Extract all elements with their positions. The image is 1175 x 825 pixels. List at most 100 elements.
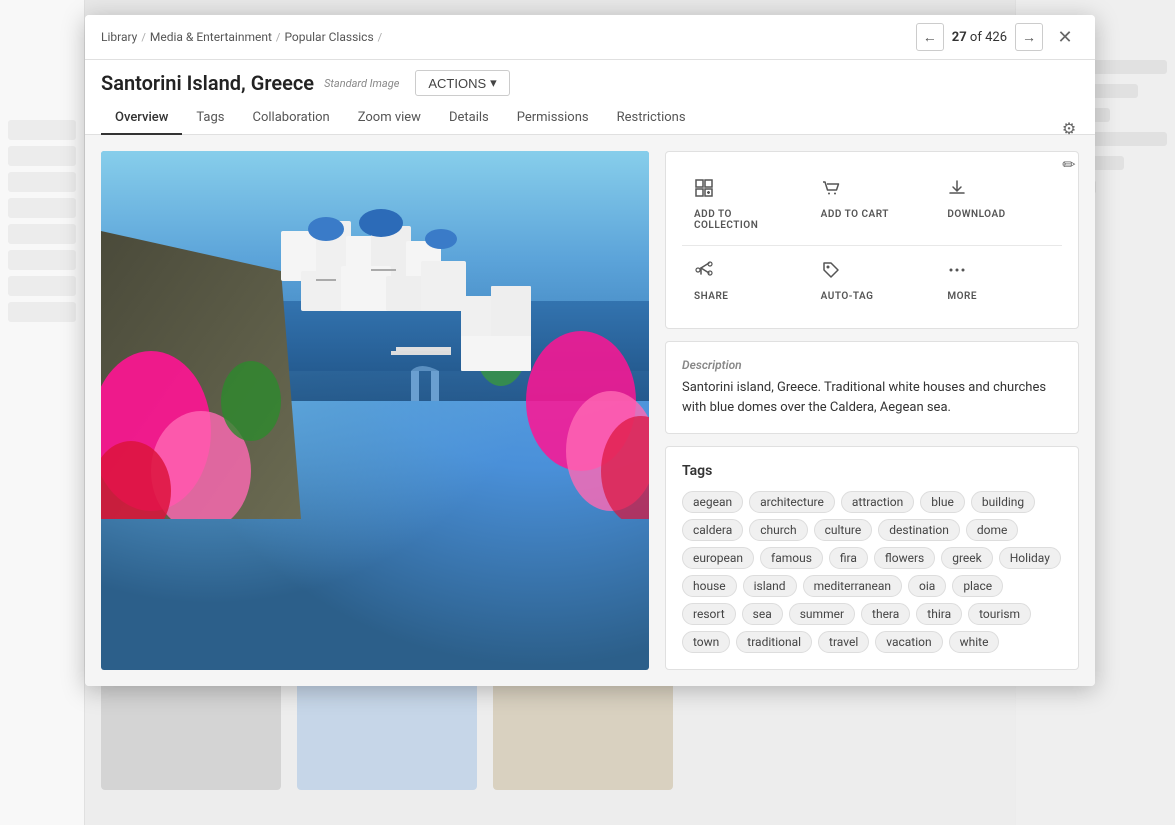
tab-permissions[interactable]: Permissions (503, 102, 603, 135)
chevron-down-icon: ▾ (490, 75, 497, 91)
more-label: MORE (947, 291, 977, 302)
bg-sidebar-item (8, 120, 76, 140)
bg-sidebar-item (8, 172, 76, 192)
tag-chip[interactable]: mediterranean (803, 575, 902, 597)
actions-divider (682, 245, 1062, 246)
tag-chip[interactable]: sea (742, 603, 783, 625)
modal-header: Library / Media & Entertainment / Popula… (85, 15, 1095, 60)
tag-chip[interactable]: culture (814, 519, 873, 541)
tabs-row: Overview Tags Collaboration Zoom view De… (85, 102, 1095, 135)
tag-chip[interactable]: summer (789, 603, 855, 625)
asset-modal: Library / Media & Entertainment / Popula… (85, 15, 1095, 686)
modal-tools: ⚙ ✏ (1055, 115, 1083, 179)
nav-counter: 27 of 426 (952, 30, 1007, 45)
tag-chip[interactable]: greek (941, 547, 993, 569)
breadcrumb-sep-2: / (276, 31, 281, 44)
add-to-collection-button[interactable]: ADD TO COLLECTION (682, 168, 809, 241)
tag-chip[interactable]: oia (908, 575, 946, 597)
tag-chip[interactable]: caldera (682, 519, 743, 541)
bg-sidebar-item (8, 250, 76, 270)
gear-icon: ⚙ (1062, 119, 1076, 139)
download-button[interactable]: DOWNLOAD (935, 168, 1062, 241)
right-panel: ADD TO COLLECTION ADD TO CART (665, 151, 1079, 670)
tags-title: Tags (682, 463, 1062, 479)
tag-chip[interactable]: building (971, 491, 1035, 513)
breadcrumb-library[interactable]: Library (101, 30, 137, 44)
tag-chip[interactable]: resort (682, 603, 736, 625)
tag-chip[interactable]: vacation (875, 631, 942, 653)
tab-tags[interactable]: Tags (182, 102, 238, 135)
pencil-icon: ✏ (1062, 155, 1075, 175)
download-label: DOWNLOAD (947, 209, 1005, 220)
tag-chip[interactable]: thera (861, 603, 910, 625)
add-collection-icon (694, 178, 714, 203)
tag-chip[interactable]: destination (878, 519, 960, 541)
modal-navigation: ← 27 of 426 → ✕ (916, 23, 1079, 51)
bg-sidebar-item (8, 302, 76, 322)
add-to-cart-button[interactable]: ADD TO CART (809, 168, 936, 241)
tab-collaboration[interactable]: Collaboration (239, 102, 344, 135)
auto-tag-button[interactable]: AUTO-TAG (809, 250, 936, 312)
tag-chip[interactable]: tourism (968, 603, 1031, 625)
tag-chip[interactable]: architecture (749, 491, 835, 513)
tag-chip[interactable]: place (952, 575, 1003, 597)
auto-tag-label: AUTO-TAG (821, 291, 874, 302)
close-button[interactable]: ✕ (1051, 23, 1079, 51)
asset-image (101, 151, 649, 670)
tags-card: Tags aegean architecture attraction bluebui… (665, 446, 1079, 670)
asset-title: Santorini Island, Greece (101, 71, 314, 95)
bg-sidebar-item (8, 198, 76, 218)
tag-chip[interactable]: traditional (736, 631, 812, 653)
breadcrumb-popular[interactable]: Popular Classics (284, 30, 373, 44)
tag-chip[interactable]: european (682, 547, 754, 569)
tag-chip[interactable]: attraction (841, 491, 914, 513)
prev-button[interactable]: ← (916, 23, 944, 51)
more-icon (947, 260, 967, 285)
tab-overview[interactable]: Overview (101, 102, 182, 135)
bg-sidebar-item (8, 224, 76, 244)
description-text: Santorini island, Greece. Traditional wh… (682, 378, 1062, 417)
tag-chip[interactable]: flowers (874, 547, 935, 569)
tab-zoom-view[interactable]: Zoom view (344, 102, 435, 135)
gear-button[interactable]: ⚙ (1055, 115, 1083, 143)
actions-grid-2: SHARE AUTO-TAG (682, 250, 1062, 312)
image-panel (101, 151, 649, 670)
tag-chip[interactable]: island (743, 575, 797, 597)
standard-image-badge: Standard Image (324, 77, 399, 90)
title-row: Santorini Island, Greece Standard Image … (85, 60, 1095, 102)
pencil-button[interactable]: ✏ (1055, 151, 1083, 179)
add-cart-icon (821, 178, 841, 203)
tab-details[interactable]: Details (435, 102, 503, 135)
actions-grid: ADD TO COLLECTION ADD TO CART (682, 168, 1062, 241)
share-label: SHARE (694, 291, 728, 302)
tag-chip[interactable]: fira (829, 547, 868, 569)
share-icon (694, 260, 714, 285)
bg-sidebar-item (8, 276, 76, 296)
share-button[interactable]: SHARE (682, 250, 809, 312)
tag-chip[interactable]: dome (966, 519, 1019, 541)
tag-chip[interactable]: house (682, 575, 737, 597)
tag-chip[interactable]: blue (920, 491, 965, 513)
breadcrumb-sep-1: / (141, 31, 146, 44)
more-button[interactable]: MORE (935, 250, 1062, 312)
tags-container: aegean architecture attraction blue building… (682, 491, 1062, 653)
tab-restrictions[interactable]: Restrictions (603, 102, 700, 135)
add-collection-label: ADD TO COLLECTION (694, 209, 797, 231)
tag-chip[interactable]: thira (916, 603, 962, 625)
description-label: Description (682, 358, 1062, 372)
tag-chip[interactable]: travel (818, 631, 869, 653)
tag-chip[interactable]: aegean (682, 491, 743, 513)
breadcrumb: Library / Media & Entertainment / Popula… (101, 30, 382, 44)
actions-button[interactable]: ACTIONS ▾ (415, 70, 509, 96)
tag-chip[interactable]: Holiday (999, 547, 1061, 569)
tag-chip[interactable]: church (749, 519, 807, 541)
bg-sidebar-item (8, 146, 76, 166)
breadcrumb-media[interactable]: Media & Entertainment (150, 30, 272, 44)
tag-chip[interactable]: town (682, 631, 730, 653)
add-cart-label: ADD TO CART (821, 209, 889, 220)
modal-body: ADD TO COLLECTION ADD TO CART (85, 135, 1095, 686)
next-button[interactable]: → (1015, 23, 1043, 51)
download-icon (947, 178, 967, 203)
tag-chip[interactable]: white (949, 631, 1000, 653)
tag-chip[interactable]: famous (760, 547, 823, 569)
